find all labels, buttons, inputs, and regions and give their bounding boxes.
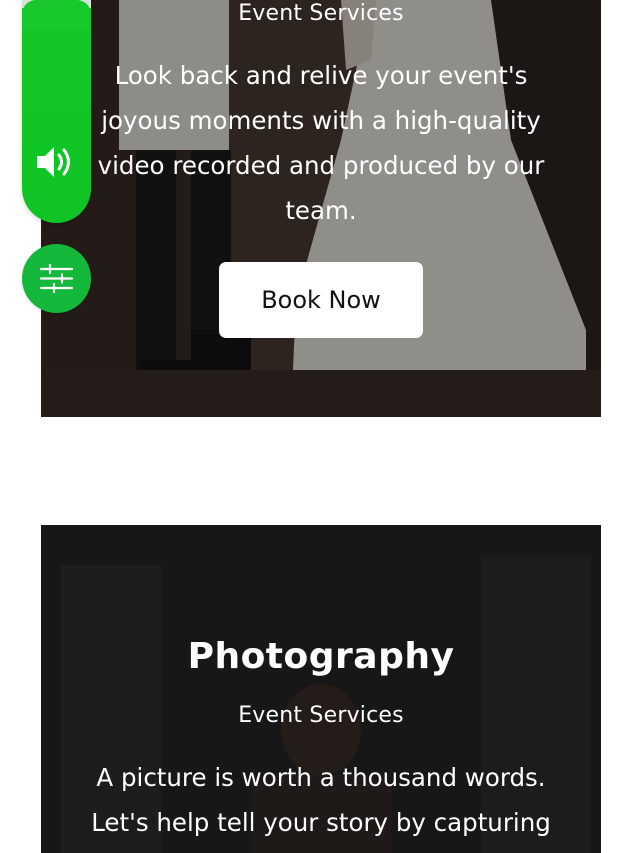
- card-description: Look back and relive your event's joyous…: [97, 61, 545, 225]
- card-title: Photography: [187, 636, 455, 677]
- sliders-icon: [39, 263, 74, 294]
- page: Event Services Look back and relive your…: [0, 0, 640, 853]
- card-description: A picture is worth a thousand words. Let…: [91, 763, 551, 837]
- settings-button[interactable]: [22, 244, 91, 313]
- card-subtitle: Event Services: [238, 703, 404, 728]
- speaker-volume-icon: [37, 147, 70, 177]
- photography-card: Photography Event Services A picture is …: [41, 525, 601, 853]
- pill-top-fill: [22, 0, 91, 30]
- card-subtitle: Event Services: [238, 1, 404, 26]
- videography-card: Event Services Look back and relive your…: [41, 0, 601, 417]
- book-now-button[interactable]: Book Now: [219, 262, 423, 338]
- audio-toggle-button[interactable]: [22, 0, 91, 223]
